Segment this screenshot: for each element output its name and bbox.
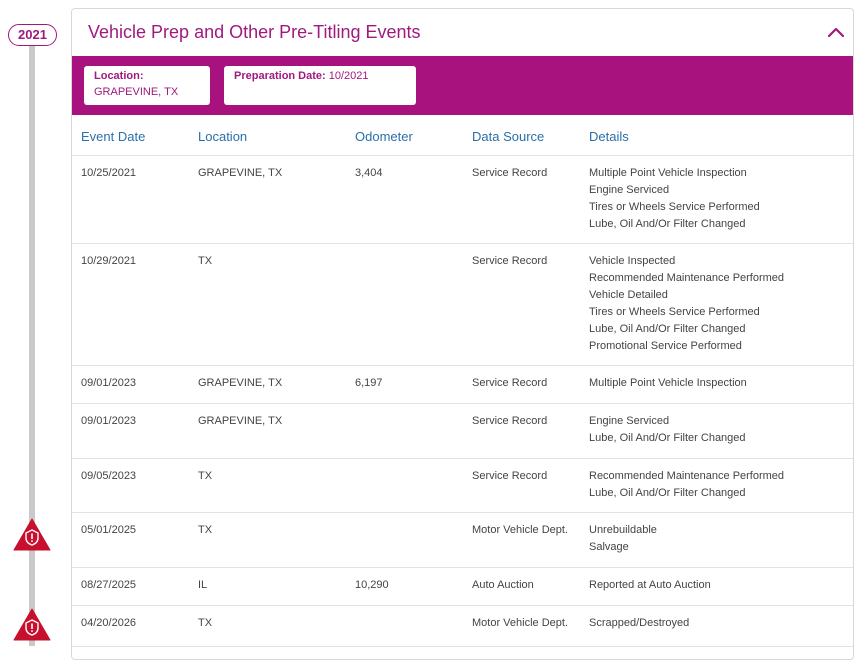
warning-icon: [13, 608, 51, 641]
cell-location: GRAPEVINE, TX: [198, 377, 283, 389]
prep-date-label: Preparation Date:: [234, 70, 326, 82]
table-row: 04/20/2026 TX Motor Vehicle Dept. Scrapped/…: [72, 606, 853, 647]
cell-event-date: 09/01/2023: [81, 415, 137, 427]
cell-data-source: Motor Vehicle Dept.: [472, 617, 568, 629]
cell-details: Multiple Point Vehicle Inspection: [589, 375, 747, 392]
detail-item: Scrapped/Destroyed: [589, 617, 690, 629]
cell-details: Scrapped/Destroyed: [589, 615, 689, 632]
detail-item: Recommended Maintenance Performed: [589, 272, 785, 284]
cell-details: Multiple Point Vehicle Inspection Engine …: [589, 165, 760, 233]
timeline: 2021: [0, 0, 66, 646]
cell-data-source: Service Record: [472, 415, 548, 427]
cell-data-source: Auto Auction: [472, 579, 534, 591]
detail-item: Lube, Oil And/Or Filter Changed: [589, 218, 746, 230]
cell-event-date: 10/25/2021: [81, 167, 137, 179]
cell-event-date: 04/20/2026: [81, 617, 137, 629]
cell-event-date: 08/27/2025: [81, 579, 137, 591]
cell-location: TX: [198, 524, 213, 536]
cell-location: TX: [198, 617, 213, 629]
cell-location: TX: [198, 255, 213, 267]
table-row: 05/01/2025 TX Motor Vehicle Dept. Unrebuild…: [72, 513, 853, 568]
detail-item: Tires or Wheels Service Performed: [589, 201, 760, 213]
cell-location: GRAPEVINE, TX: [198, 415, 283, 427]
table-row: 09/01/2023 GRAPEVINE, TX Service Record Eng…: [72, 404, 853, 459]
prep-date-box: Preparation Date: 10/2021: [224, 66, 416, 105]
col-event-date[interactable]: Event Date: [81, 129, 145, 144]
detail-item: Lube, Oil And/Or Filter Changed: [589, 323, 746, 335]
cell-details: Recommended Maintenance Performed Lube, O…: [589, 468, 784, 502]
table-body: 10/25/2021 GRAPEVINE, TX 3,404 Service Reco…: [72, 156, 853, 647]
chevron-up-icon[interactable]: [825, 21, 847, 43]
detail-item: Multiple Point Vehicle Inspection: [589, 167, 747, 179]
detail-item: Tires or Wheels Service Performed: [589, 306, 760, 318]
location-label: Location:: [94, 70, 144, 82]
cell-event-date: 05/01/2025: [81, 524, 137, 536]
table-header: Event Date Location Odometer Data Source…: [72, 115, 853, 156]
cell-details: Engine Serviced Lube, Oil And/Or Filter C…: [589, 413, 746, 447]
table-row: 09/01/2023 GRAPEVINE, TX 6,197 Service Reco…: [72, 366, 853, 404]
cell-event-date: 09/05/2023: [81, 470, 137, 482]
detail-item: Lube, Oil And/Or Filter Changed: [589, 432, 746, 444]
events-card: Vehicle Prep and Other Pre-Titling Event…: [71, 8, 854, 660]
detail-item: Engine Serviced: [589, 415, 670, 427]
cell-odometer: 6,197: [355, 377, 383, 389]
prep-date-value: 10/2021: [328, 70, 369, 82]
detail-item: Salvage: [589, 541, 629, 553]
detail-item: Multiple Point Vehicle Inspection: [589, 377, 747, 389]
table-row: 10/29/2021 TX Service Record Vehicle Inspec…: [72, 244, 853, 366]
card-header[interactable]: Vehicle Prep and Other Pre-Titling Event…: [72, 9, 853, 55]
detail-item: Engine Serviced: [589, 184, 670, 196]
detail-item: Promotional Service Performed: [589, 340, 742, 352]
location-box: Location: GRAPEVINE, TX: [84, 66, 210, 105]
info-band: Location: GRAPEVINE, TX Preparation Date…: [72, 56, 853, 115]
cell-data-source: Service Record: [472, 377, 548, 389]
cell-location: IL: [198, 579, 208, 591]
detail-item: Reported at Auto Auction: [589, 579, 711, 591]
table-row: 09/05/2023 TX Service Record Recommended Ma…: [72, 459, 853, 513]
cell-data-source: Service Record: [472, 470, 548, 482]
detail-item: Vehicle Detailed: [589, 289, 668, 301]
detail-item: Lube, Oil And/Or Filter Changed: [589, 487, 746, 499]
col-odometer[interactable]: Odometer: [355, 129, 413, 144]
cell-odometer: 10,290: [355, 579, 389, 591]
warning-icon: [13, 518, 51, 551]
detail-item: Vehicle Inspected: [589, 255, 676, 267]
events-table: Event Date Location Odometer Data Source…: [72, 115, 853, 647]
cell-location: TX: [198, 470, 213, 482]
cell-event-date: 09/01/2023: [81, 377, 137, 389]
cell-details: Reported at Auto Auction: [589, 577, 711, 594]
year-badge: 2021: [8, 24, 57, 46]
cell-details: Unrebuildable Salvage: [589, 522, 657, 556]
cell-data-source: Motor Vehicle Dept.: [472, 524, 568, 536]
timeline-line: [29, 46, 35, 646]
section-title: Vehicle Prep and Other Pre-Titling Event…: [88, 22, 421, 42]
col-data-source[interactable]: Data Source: [472, 129, 544, 144]
col-location[interactable]: Location: [198, 129, 247, 144]
cell-data-source: Service Record: [472, 167, 548, 179]
location-value: GRAPEVINE, TX: [94, 86, 179, 98]
detail-item: Recommended Maintenance Performed: [589, 470, 785, 482]
cell-location: GRAPEVINE, TX: [198, 167, 283, 179]
table-row: 10/25/2021 GRAPEVINE, TX 3,404 Service Reco…: [72, 156, 853, 244]
table-row: 08/27/2025 IL 10,290 Auto Auction Reported a…: [72, 568, 853, 606]
detail-item: Unrebuildable: [589, 524, 657, 536]
cell-event-date: 10/29/2021: [81, 255, 137, 267]
cell-details: Vehicle Inspected Recommended Maintenance…: [589, 253, 784, 355]
col-details[interactable]: Details: [589, 129, 629, 144]
cell-odometer: 3,404: [355, 167, 383, 179]
cell-data-source: Service Record: [472, 255, 548, 267]
